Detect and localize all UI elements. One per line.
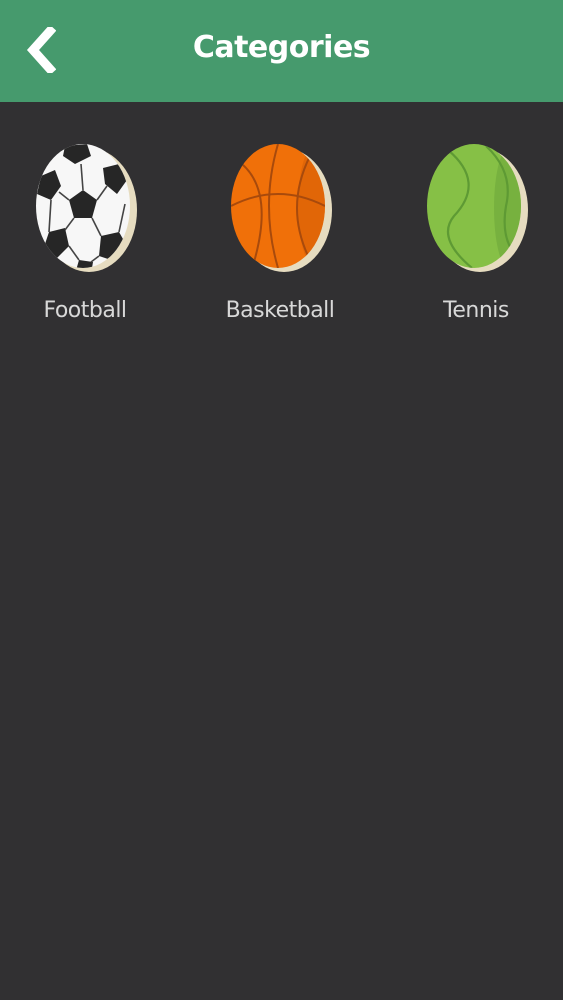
soccer-ball-icon: [36, 144, 137, 272]
category-label: Basketball: [225, 298, 335, 323]
basketball-icon: [231, 144, 332, 272]
app-screen: Categories Football Basketball Tennis: [0, 0, 563, 1000]
page-title: Categories: [192, 30, 371, 65]
category-football[interactable]: Football: [15, 142, 155, 342]
header-bar: Categories: [0, 0, 563, 102]
category-tennis[interactable]: Tennis: [406, 142, 546, 342]
category-label: Tennis: [443, 298, 509, 323]
tennis-ball-icon: [427, 144, 528, 272]
chevron-left-icon: [26, 27, 56, 73]
back-button[interactable]: [16, 20, 66, 80]
category-basketball[interactable]: Basketball: [210, 142, 350, 342]
category-label: Football: [43, 298, 127, 323]
